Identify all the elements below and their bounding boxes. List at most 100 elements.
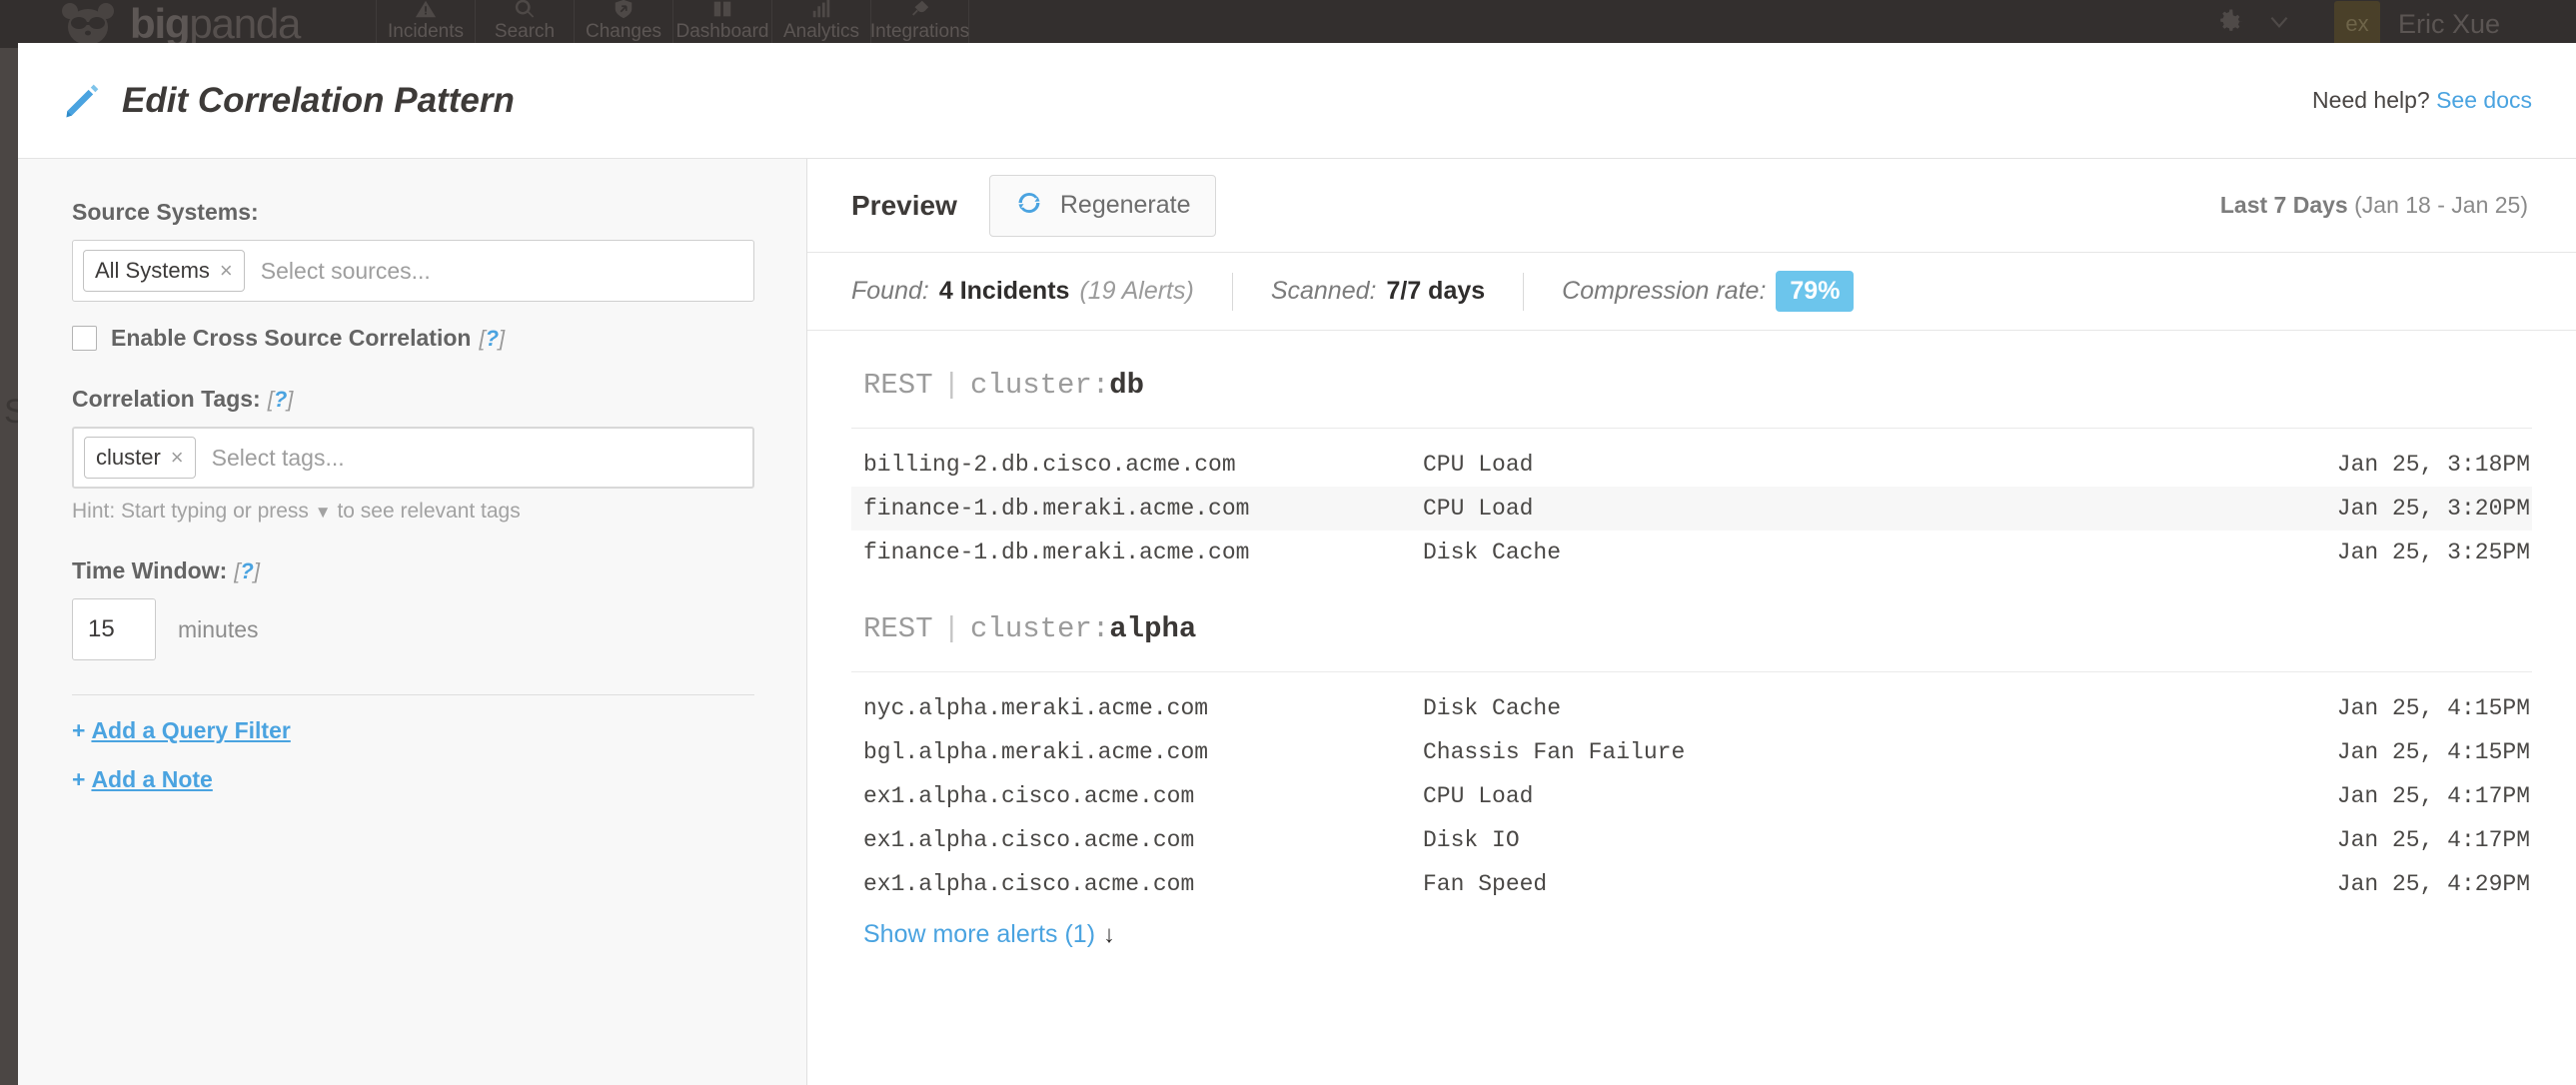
nav-item-integrations[interactable]: Integrations [870, 0, 969, 48]
alert-timestamp: Jan 25, 4:17PM [2336, 783, 2530, 809]
incident-groups-list[interactable]: REST | cluster:db billing-2.db.cisco.acme.c… [807, 331, 2576, 1085]
time-window-input[interactable] [72, 598, 156, 660]
found-label: Found: [851, 277, 929, 305]
alert-host: bgl.alpha.meraki.acme.com [863, 739, 1209, 765]
time-window-unit: minutes [178, 615, 259, 642]
cross-source-checkbox[interactable] [72, 326, 97, 351]
page-title: Edit Correlation Pattern [122, 80, 515, 120]
nav-item-dashboard[interactable]: Dashboard [672, 0, 771, 48]
divider [1231, 272, 1233, 311]
source-systems-input[interactable]: All Systems × Select sources... [72, 240, 754, 302]
alert-host: ex1.alpha.cisco.acme.com [863, 871, 1195, 897]
cross-source-correlation-row[interactable]: Enable Cross Source Correlation [?] [72, 325, 754, 352]
tag-chip-cluster[interactable]: cluster × [84, 437, 196, 479]
regenerate-button[interactable]: Regenerate [988, 174, 1216, 237]
alert-timestamp: Jan 25, 3:20PM [2336, 496, 2530, 522]
alert-check: Disk IO [1423, 827, 1520, 853]
table-row[interactable]: bgl.alpha.meraki.acme.com Chassis Fan Fai… [851, 730, 2532, 774]
see-docs-link[interactable]: See docs [2436, 87, 2532, 113]
table-row[interactable]: billing-2.db.cisco.acme.com CPU Load Jan 2… [851, 443, 2532, 487]
time-window-group: Time Window: [?] minutes [72, 557, 754, 660]
date-range-bold: Last 7 Days [2219, 192, 2348, 218]
app-screen: bigpanda Incidents Search Changes Dashbo… [0, 0, 2576, 1085]
incident-group-header: REST | cluster:alpha [851, 612, 2532, 672]
add-query-filter-label: Add a Query Filter [91, 717, 291, 743]
incident-tag-key: cluster: [970, 612, 1110, 645]
refresh-icon [1014, 188, 1044, 223]
correlation-tags-group: Correlation Tags: [?] cluster × Select t… [72, 386, 754, 524]
alert-timestamp: Jan 25, 3:25PM [2336, 540, 2530, 565]
bigpanda-logo[interactable]: bigpanda [0, 0, 376, 48]
plug-icon [909, 0, 931, 20]
brand-wordmark: bigpanda [130, 0, 301, 47]
nav-item-analytics[interactable]: Analytics [771, 0, 870, 48]
nav-item-search[interactable]: Search [475, 0, 574, 48]
alert-timestamp: Jan 25, 4:15PM [2336, 695, 2530, 721]
source-placeholder: Select sources... [260, 257, 431, 284]
alert-host: finance-1.db.meraki.acme.com [863, 496, 1250, 522]
status-badge: 79% [1776, 271, 1855, 312]
stat-found: Found: 4 Incidents (19 Alerts) [851, 277, 1194, 306]
correlation-tags-hint: Hint: Start typing or press ▼ to see rel… [72, 500, 521, 523]
incident-source: REST [863, 369, 933, 402]
correlation-tags-label: Correlation Tags: [?] [72, 386, 294, 413]
close-icon[interactable]: × [171, 445, 184, 471]
gear-icon[interactable] [2214, 7, 2244, 42]
plus-icon: + [72, 717, 86, 743]
need-help-text: Need help? [2312, 87, 2430, 113]
user-name[interactable]: Eric Xue [2398, 9, 2500, 40]
cross-source-label: Enable Cross Source Correlation [?] [111, 325, 506, 352]
close-icon[interactable]: × [220, 258, 233, 284]
incident-tag-key: cluster: [970, 369, 1110, 402]
search-icon [514, 0, 536, 20]
chevron-down-icon[interactable] [2266, 9, 2292, 40]
show-more-alerts-link[interactable]: Show more alerts (1) ↓ [851, 906, 2532, 949]
nav-label: Changes [585, 21, 662, 42]
alert-check: Fan Speed [1423, 871, 1548, 897]
preview-panel: Preview Regenerate Last 7 Days (Jan 18 -… [807, 159, 2576, 1085]
alert-check: CPU Load [1423, 452, 1534, 478]
table-row[interactable]: ex1.alpha.cisco.acme.com CPU Load Jan 25, … [851, 774, 2532, 818]
preview-header: Preview Regenerate Last 7 Days (Jan 18 -… [807, 159, 2576, 253]
incident-group-header: REST | cluster:db [851, 369, 2532, 429]
avatar[interactable]: ex [2333, 1, 2380, 47]
separator: | [942, 612, 961, 645]
table-row[interactable]: finance-1.db.meraki.acme.com CPU Load Jan … [851, 487, 2532, 531]
panda-mascot-icon [60, 1, 116, 47]
nav-item-incidents[interactable]: Incidents [376, 0, 475, 48]
groups-container: REST | cluster:db billing-2.db.cisco.acme.c… [851, 331, 2532, 949]
found-sub: (19 Alerts) [1079, 277, 1194, 305]
alert-check: Disk Cache [1423, 695, 1562, 721]
alert-check: CPU Load [1423, 496, 1534, 522]
date-range: Last 7 Days (Jan 18 - Jan 25) [2220, 192, 2528, 219]
incident-tag-value: alpha [1109, 612, 1197, 645]
add-query-filter-link[interactable]: + Add a Query Filter [72, 717, 754, 744]
help-icon[interactable]: [?] [234, 558, 260, 584]
alert-timestamp: Jan 25, 4:15PM [2336, 739, 2530, 765]
need-help: Need help? See docs [2312, 87, 2532, 114]
table-row[interactable]: ex1.alpha.cisco.acme.com Fan Speed Jan 25,… [851, 862, 2532, 906]
alert-timestamp: Jan 25, 4:29PM [2336, 871, 2530, 897]
table-row[interactable]: ex1.alpha.cisco.acme.com Disk IO Jan 25, 4… [851, 818, 2532, 862]
add-note-link[interactable]: + Add a Note [72, 766, 754, 793]
settings-menu[interactable] [2214, 7, 2334, 42]
correlation-tags-input[interactable]: cluster × Select tags... [72, 427, 754, 489]
incident-source: REST [863, 612, 933, 645]
compression-label: Compression rate: [1562, 277, 1767, 305]
nav-label: Dashboard [675, 21, 769, 42]
help-icon[interactable]: [?] [479, 326, 505, 352]
source-chip-all-systems[interactable]: All Systems × [83, 250, 245, 292]
found-value: 4 Incidents [938, 277, 1070, 305]
primary-nav-items: Incidents Search Changes Dashboard Analy… [376, 0, 969, 48]
alert-rows: billing-2.db.cisco.acme.com CPU Load Jan 2… [851, 429, 2532, 574]
table-row[interactable]: nyc.alpha.meraki.acme.com Disk Cache Jan 2… [851, 686, 2532, 730]
alert-check: Disk Cache [1423, 540, 1562, 565]
nav-item-changes[interactable]: Changes [574, 0, 672, 48]
time-window-label: Time Window: [?] [72, 557, 260, 584]
add-note-label: Add a Note [91, 766, 213, 792]
help-icon[interactable]: [?] [268, 387, 294, 413]
modal-header: Edit Correlation Pattern Need help? See … [18, 43, 2576, 159]
nav-label: Search [494, 21, 556, 42]
pencil-icon [60, 79, 104, 123]
table-row[interactable]: finance-1.db.meraki.acme.com Disk Cache Ja… [851, 531, 2532, 574]
